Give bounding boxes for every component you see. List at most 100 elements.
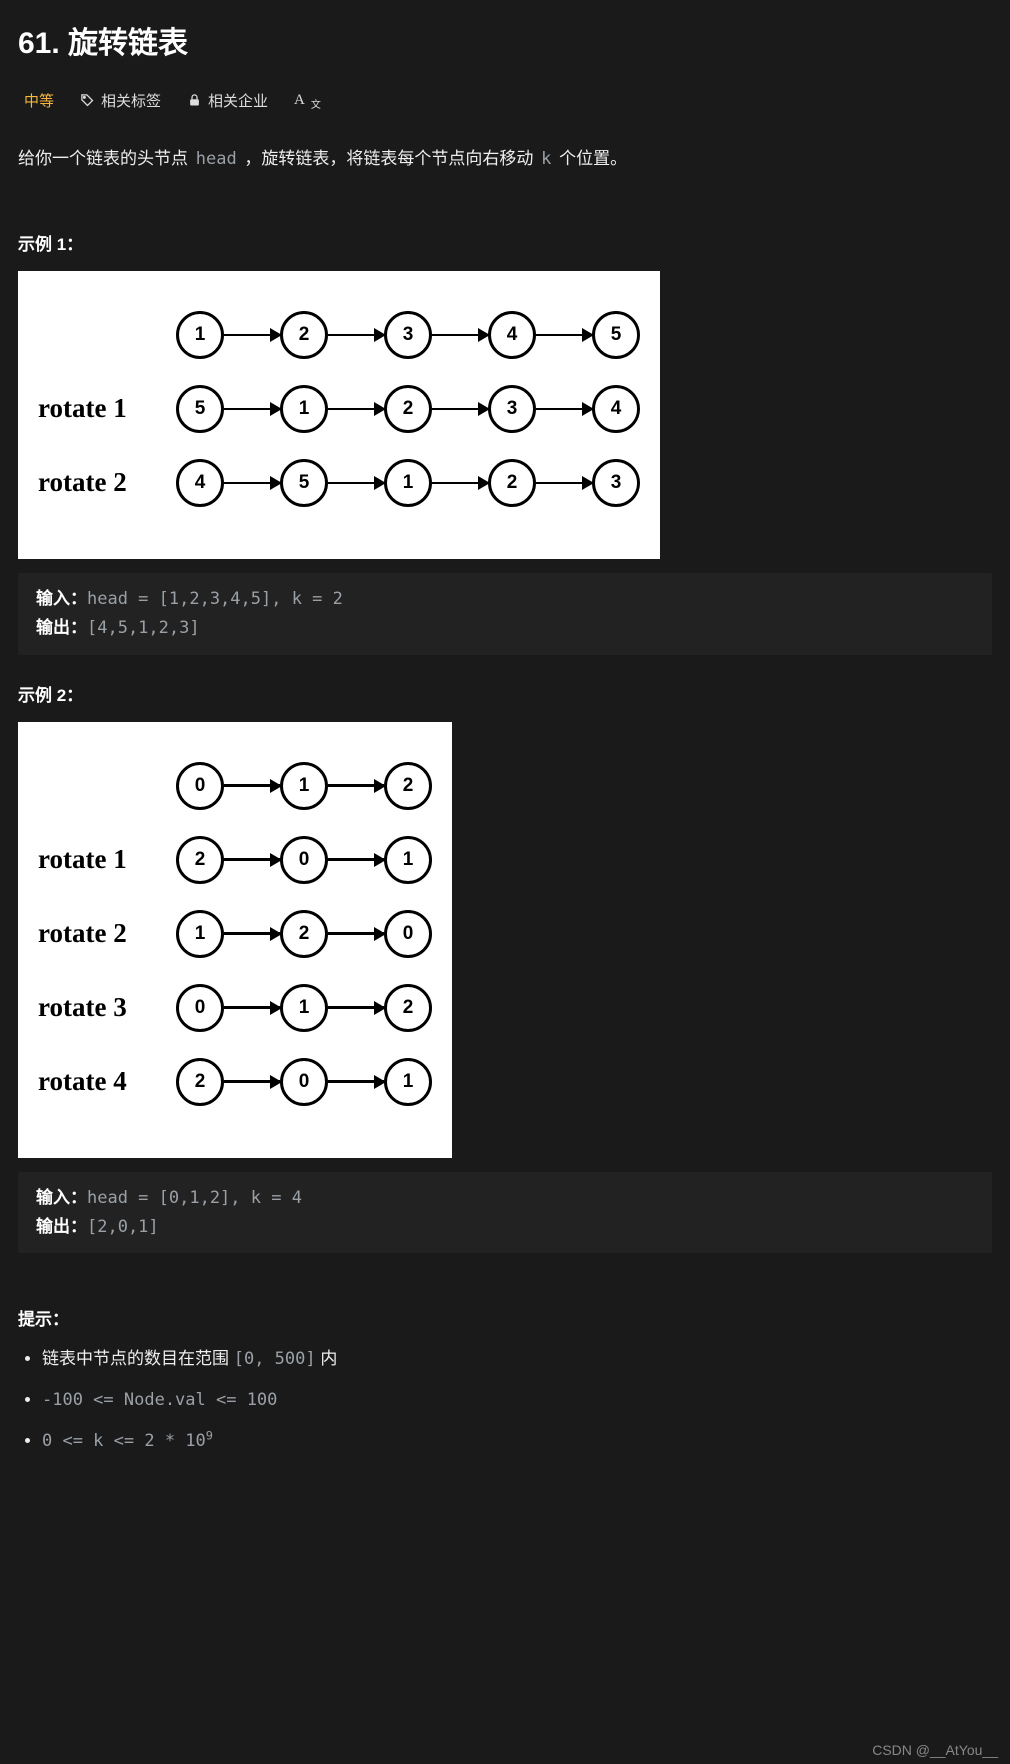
- hints-section: 提示： 链表中节点的数目在范围 [0, 500] 内 -100 <= Node.v…: [18, 1305, 992, 1454]
- arrow-icon: [230, 334, 280, 337]
- diagram-row: rotate 21 2 0: [38, 910, 432, 958]
- example-heading: 示例 1：: [18, 230, 992, 255]
- list-node: 0: [280, 836, 328, 884]
- diagram-row-label: rotate 4: [38, 1066, 176, 1097]
- list-node: 2: [384, 385, 432, 433]
- list-node: 1: [280, 385, 328, 433]
- tags-link[interactable]: 相关标签: [80, 90, 161, 111]
- input-value: head = [1,2,3,4,5], k = 2: [87, 589, 343, 609]
- arrow-icon: [334, 858, 384, 861]
- list-node: 2: [176, 1058, 224, 1106]
- inline-code-head: head: [193, 149, 240, 169]
- diagram-row: rotate 12 0 1: [38, 836, 432, 884]
- diagram-row-label: rotate 1: [38, 393, 176, 424]
- arrow-icon: [230, 932, 280, 935]
- output-label: 输出：: [36, 1217, 87, 1237]
- list-node: 1: [384, 836, 432, 884]
- output-value: [2,0,1]: [87, 1217, 159, 1237]
- problem-description: 给你一个链表的头节点 head ，旋转链表，将链表每个节点向右移动 k 个位置。: [18, 145, 992, 174]
- meta-row: 中等 相关标签 相关企业 A文: [18, 90, 992, 111]
- arrow-icon: [334, 1006, 384, 1009]
- list-node: 2: [488, 459, 536, 507]
- arrow-icon: [230, 784, 280, 787]
- example-code: 输入：head = [0,1,2], k = 4 输出：[2,0,1]: [18, 1172, 992, 1254]
- page-title: 61. 旋转链表: [18, 18, 992, 62]
- diagram-row: 1 2 3 4 5: [38, 311, 640, 359]
- list-node: 3: [592, 459, 640, 507]
- arrow-icon: [230, 1006, 280, 1009]
- hint-code: -100 <= Node.val <= 100: [42, 1390, 277, 1410]
- companies-link[interactable]: 相关企业: [187, 90, 268, 111]
- list-node: 0: [176, 984, 224, 1032]
- list-node: 1: [280, 984, 328, 1032]
- list-node: 5: [176, 385, 224, 433]
- arrow-icon: [542, 334, 592, 337]
- diagram-row-label: rotate 2: [38, 467, 176, 498]
- list-node: 2: [280, 910, 328, 958]
- linked-list-diagram: 012rotate 1201rotate 2120rotate 3012rota…: [18, 722, 452, 1158]
- translate-button[interactable]: A文: [294, 92, 321, 109]
- list-node: 1: [384, 1058, 432, 1106]
- example-code: 输入：head = [1,2,3,4,5], k = 2 输出：[4,5,1,2…: [18, 573, 992, 655]
- list-node: 5: [592, 311, 640, 359]
- arrow-icon: [438, 334, 488, 337]
- lock-icon: [187, 93, 202, 108]
- output-label: 输出：: [36, 618, 87, 638]
- list-node: 0: [384, 910, 432, 958]
- hint-item: -100 <= Node.val <= 100: [42, 1387, 992, 1414]
- output-value: [4,5,1,2,3]: [87, 618, 200, 638]
- arrow-icon: [230, 482, 280, 485]
- list-node: 1: [384, 459, 432, 507]
- list-node: 4: [176, 459, 224, 507]
- hint-code: [0, 500]: [234, 1349, 316, 1369]
- list-node: 3: [384, 311, 432, 359]
- diagram-row-label: rotate 3: [38, 992, 176, 1023]
- arrow-icon: [438, 408, 488, 411]
- difficulty-badge: 中等: [24, 90, 54, 111]
- example-heading: 示例 2：: [18, 681, 992, 706]
- arrow-icon: [230, 858, 280, 861]
- arrow-icon: [334, 1080, 384, 1083]
- arrow-icon: [334, 482, 384, 485]
- list-node: 0: [176, 762, 224, 810]
- arrow-icon: [334, 784, 384, 787]
- list-node: 1: [176, 910, 224, 958]
- input-value: head = [0,1,2], k = 4: [87, 1188, 302, 1208]
- input-label: 输入：: [36, 1188, 87, 1208]
- linked-list-diagram: 12345rotate 151234rotate 245123: [18, 271, 660, 559]
- hint-code: 0 <= k <= 2 * 109: [42, 1431, 213, 1451]
- diagram-row: rotate 24 5 1 2 3: [38, 459, 640, 507]
- hint-item: 0 <= k <= 2 * 109: [42, 1427, 992, 1454]
- input-label: 输入：: [36, 589, 87, 609]
- arrow-icon: [334, 408, 384, 411]
- arrow-icon: [334, 334, 384, 337]
- list-node: 2: [280, 311, 328, 359]
- list-node: 4: [592, 385, 640, 433]
- list-node: 2: [384, 984, 432, 1032]
- list-node: 3: [488, 385, 536, 433]
- list-node: 0: [280, 1058, 328, 1106]
- tags-label: 相关标签: [101, 90, 161, 111]
- arrow-icon: [542, 482, 592, 485]
- list-node: 2: [384, 762, 432, 810]
- list-node: 1: [176, 311, 224, 359]
- arrow-icon: [438, 482, 488, 485]
- arrow-icon: [230, 408, 280, 411]
- hints-heading: 提示：: [18, 1305, 992, 1330]
- translate-icon: A: [294, 92, 305, 109]
- diagram-row: rotate 42 0 1: [38, 1058, 432, 1106]
- companies-label: 相关企业: [208, 90, 268, 111]
- watermark: CSDN @__AtYou__: [872, 1742, 998, 1758]
- arrow-icon: [334, 932, 384, 935]
- arrow-icon: [230, 1080, 280, 1083]
- hint-item: 链表中节点的数目在范围 [0, 500] 内: [42, 1346, 992, 1373]
- arrow-icon: [542, 408, 592, 411]
- diagram-row: 0 1 2: [38, 762, 432, 810]
- list-node: 1: [280, 762, 328, 810]
- diagram-row-label: rotate 2: [38, 918, 176, 949]
- inline-code-k: k: [538, 149, 554, 169]
- list-node: 5: [280, 459, 328, 507]
- diagram-row-label: rotate 1: [38, 844, 176, 875]
- list-node: 4: [488, 311, 536, 359]
- list-node: 2: [176, 836, 224, 884]
